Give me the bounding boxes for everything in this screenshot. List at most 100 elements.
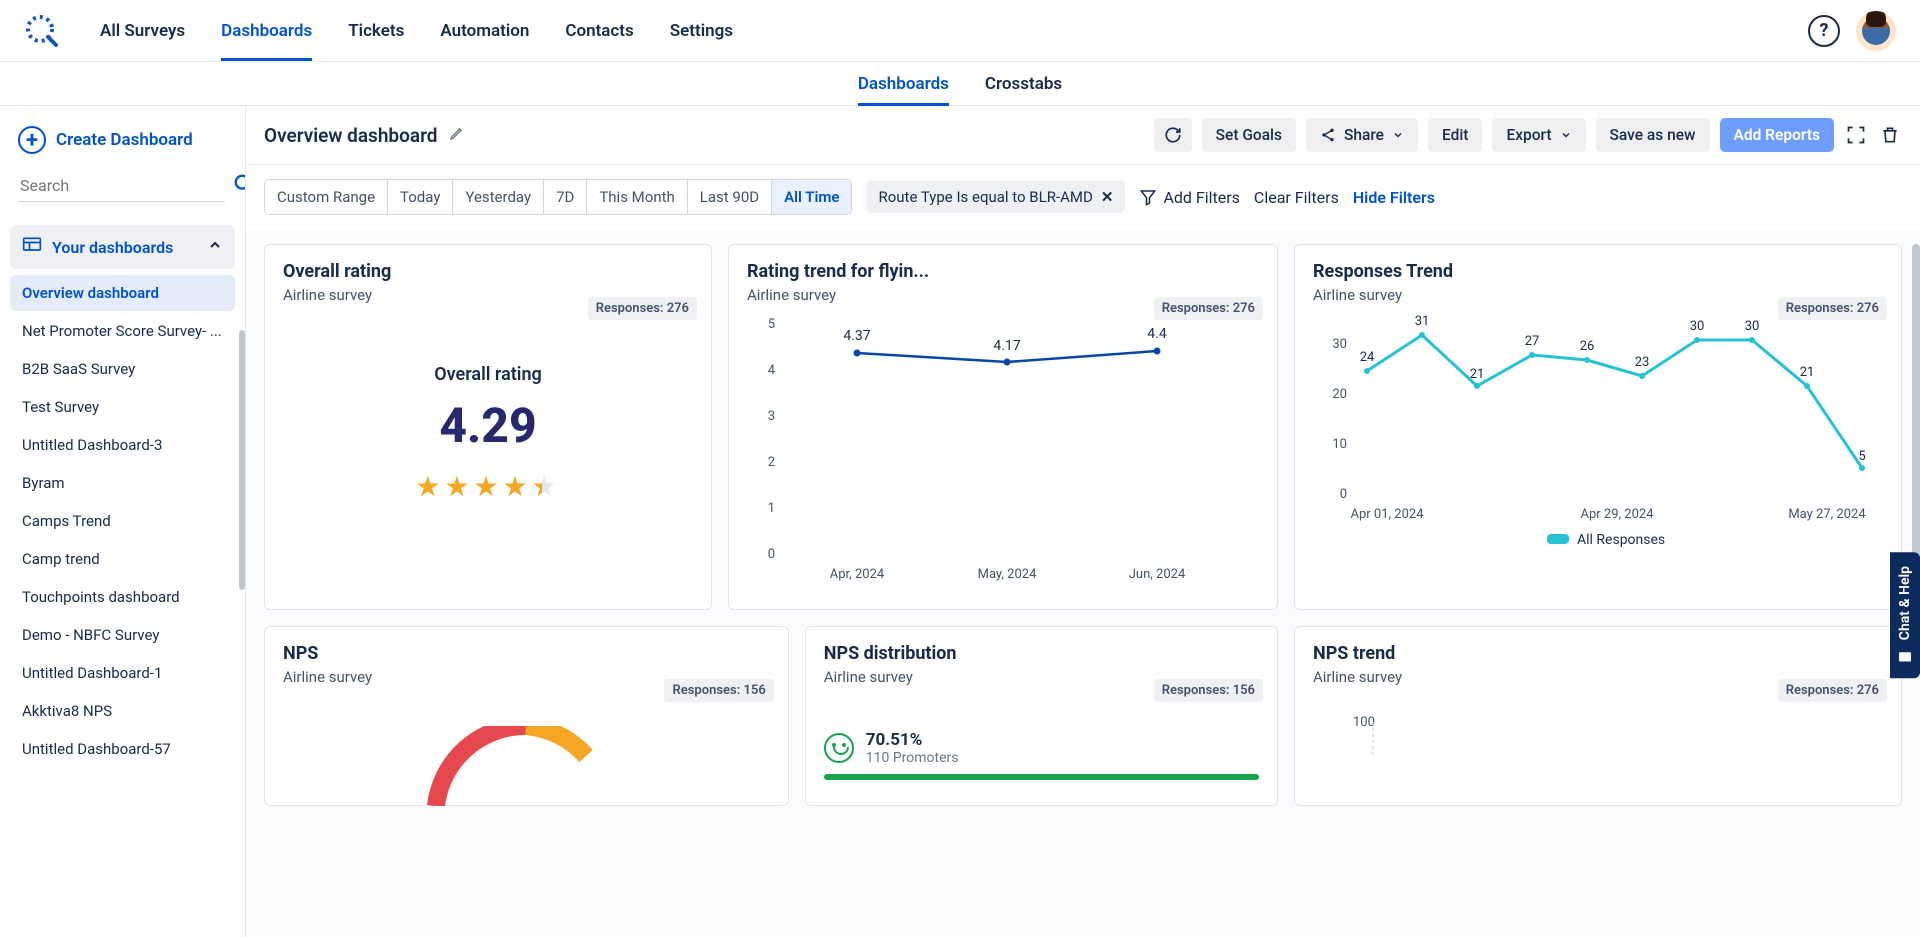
- widget-title: Overall rating: [283, 261, 693, 282]
- svg-text:5: 5: [1858, 449, 1865, 464]
- responses-badge: Responses: 276: [1778, 679, 1887, 702]
- star-rating: ★★★★★★: [283, 470, 693, 503]
- sidebar-item[interactable]: Demo - NBFC Survey: [10, 617, 235, 653]
- nav-all-surveys[interactable]: All Surveys: [100, 2, 185, 60]
- nav-dashboards[interactable]: Dashboards: [221, 2, 312, 60]
- help-icon[interactable]: ?: [1808, 15, 1840, 47]
- svg-text:21: 21: [1470, 367, 1485, 382]
- sidebar-item[interactable]: Touchpoints dashboard: [10, 579, 235, 615]
- add-filters-label: Add Filters: [1163, 188, 1239, 207]
- svg-text:5: 5: [768, 317, 775, 332]
- create-dashboard-button[interactable]: + Create Dashboard: [10, 118, 235, 170]
- export-label: Export: [1506, 126, 1551, 144]
- nav-automation[interactable]: Automation: [440, 2, 529, 60]
- chat-help-label: Chat & Help: [1897, 566, 1913, 640]
- sidebar-item[interactable]: Test Survey: [10, 389, 235, 425]
- chat-icon: [1897, 648, 1913, 664]
- nav-contacts[interactable]: Contacts: [565, 2, 633, 60]
- timechip-yesterday[interactable]: Yesterday: [453, 180, 544, 214]
- nav-tickets[interactable]: Tickets: [348, 2, 404, 60]
- svg-text:Apr 01, 2024: Apr 01, 2024: [1350, 507, 1424, 522]
- close-icon[interactable]: ✕: [1101, 188, 1114, 206]
- svg-text:30: 30: [1332, 337, 1347, 352]
- sidebar-item[interactable]: Untitled Dashboard-1: [10, 655, 235, 691]
- svg-text:31: 31: [1415, 314, 1430, 329]
- add-filters-button[interactable]: Add Filters: [1139, 188, 1239, 207]
- widget-title: Rating trend for flyin...: [747, 261, 1259, 282]
- widget-responses-trend: Responses Trend Airline survey Responses…: [1294, 244, 1902, 610]
- chevron-up-icon: [207, 237, 223, 257]
- trash-icon[interactable]: [1878, 123, 1902, 147]
- svg-text:Apr 29, 2024: Apr 29, 2024: [1580, 507, 1654, 522]
- fullscreen-icon[interactable]: [1844, 123, 1868, 147]
- add-reports-button[interactable]: Add Reports: [1720, 118, 1834, 152]
- app-logo[interactable]: [24, 13, 60, 49]
- timechip-custom-range[interactable]: Custom Range: [265, 180, 388, 214]
- sidebar-scrollbar[interactable]: [239, 330, 245, 590]
- svg-text:21: 21: [1800, 365, 1815, 380]
- timechip-this-month[interactable]: This Month: [587, 180, 687, 214]
- filter-pill-route-type[interactable]: Route Type Is equal to BLR-AMD ✕: [866, 181, 1125, 213]
- svg-text:3: 3: [768, 409, 775, 424]
- set-goals-button[interactable]: Set Goals: [1202, 118, 1296, 152]
- sidebar-item[interactable]: B2B SaaS Survey: [10, 351, 235, 387]
- responses-badge: Responses: 156: [664, 679, 773, 702]
- hide-filters-button[interactable]: Hide Filters: [1353, 188, 1435, 207]
- svg-text:Apr, 2024: Apr, 2024: [830, 567, 885, 582]
- timechip-today[interactable]: Today: [388, 180, 453, 214]
- sidebar-search-input[interactable]: [18, 170, 225, 202]
- widget-nps: NPS Airline survey Responses: 156: [264, 626, 789, 806]
- responses-badge: Responses: 276: [588, 297, 697, 320]
- svg-text:0: 0: [768, 547, 775, 562]
- sidebar-item[interactable]: Net Promoter Score Survey- ...: [10, 313, 235, 349]
- svg-text:1: 1: [768, 501, 775, 516]
- widget-title: NPS: [283, 643, 770, 664]
- widget-rating-trend: Rating trend for flyin... Airline survey…: [728, 244, 1278, 610]
- nps-gauge: [416, 726, 636, 806]
- avatar[interactable]: [1856, 11, 1896, 51]
- chat-help-tab[interactable]: Chat & Help: [1890, 552, 1920, 678]
- svg-text:26: 26: [1580, 339, 1595, 354]
- refresh-button[interactable]: [1154, 118, 1192, 152]
- sidebar-item[interactable]: Untitled Dashboard-3: [10, 427, 235, 463]
- sidebar-item[interactable]: Byram: [10, 465, 235, 501]
- svg-text:2: 2: [768, 455, 775, 470]
- svg-text:27: 27: [1525, 334, 1540, 349]
- svg-text:30: 30: [1745, 319, 1760, 334]
- svg-text:100: 100: [1353, 715, 1375, 730]
- page-title: Overview dashboard: [264, 124, 437, 147]
- svg-text:Jun, 2024: Jun, 2024: [1129, 567, 1186, 582]
- share-button[interactable]: Share: [1306, 118, 1418, 152]
- export-button[interactable]: Export: [1492, 118, 1585, 152]
- sidebar-item[interactable]: Akktiva8 NPS: [10, 693, 235, 729]
- plus-circle-icon: +: [18, 126, 46, 154]
- overall-value: 4.29: [283, 397, 693, 454]
- smile-icon: [824, 733, 854, 763]
- svg-text:23: 23: [1635, 355, 1650, 370]
- pencil-icon[interactable]: [449, 125, 465, 145]
- svg-text:May 27, 2024: May 27, 2024: [1788, 507, 1866, 522]
- svg-text:0: 0: [1340, 487, 1347, 502]
- subtab-dashboards[interactable]: Dashboards: [858, 63, 949, 105]
- svg-text:30: 30: [1690, 319, 1705, 334]
- search-icon[interactable]: [233, 173, 246, 199]
- sidebar-item[interactable]: Camp trend: [10, 541, 235, 577]
- sidebar-item[interactable]: Untitled Dashboard-57: [10, 731, 235, 767]
- responses-badge: Responses: 276: [1154, 297, 1263, 320]
- responses-badge: Responses: 156: [1154, 679, 1263, 702]
- timechip-all-time[interactable]: All Time: [772, 180, 851, 214]
- nav-settings[interactable]: Settings: [670, 2, 733, 60]
- sidebar-section-your-dashboards[interactable]: Your dashboards: [10, 225, 235, 269]
- sidebar-item-overview-dashboard[interactable]: Overview dashboard: [10, 275, 235, 311]
- timechip-last-90d[interactable]: Last 90D: [688, 180, 772, 214]
- dashboard-icon: [22, 235, 42, 259]
- subtab-crosstabs[interactable]: Crosstabs: [985, 63, 1062, 105]
- edit-button[interactable]: Edit: [1428, 118, 1482, 152]
- sidebar-item[interactable]: Camps Trend: [10, 503, 235, 539]
- clear-filters-button[interactable]: Clear Filters: [1254, 188, 1339, 207]
- timechip-7d[interactable]: 7D: [544, 180, 587, 214]
- share-label: Share: [1344, 126, 1384, 144]
- responses-trend-chart: 0 10 20 30: [1313, 304, 1887, 564]
- save-as-new-button[interactable]: Save as new: [1596, 118, 1710, 152]
- svg-text:4.37: 4.37: [843, 328, 870, 344]
